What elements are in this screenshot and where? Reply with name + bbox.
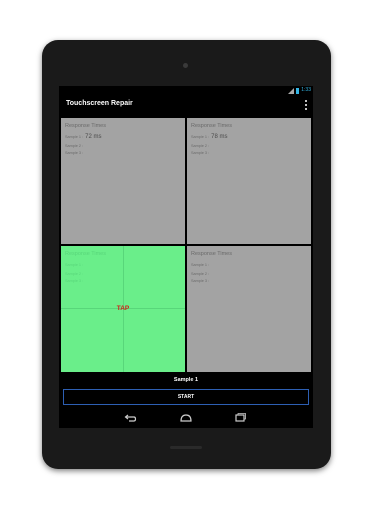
sample-value: 72 ms — [85, 134, 102, 140]
sample-row: Sample 1 : — [191, 263, 210, 267]
panel-title: Response Times — [191, 123, 232, 129]
sample-row: Sample 2 : — [191, 272, 210, 276]
navigation-bar — [59, 408, 313, 428]
signal-icon — [288, 87, 295, 94]
current-sample-label: Sample 1 — [173, 377, 199, 383]
sample-row: Sample 2 : — [65, 272, 84, 276]
app-title: Touchscreen Repair — [66, 100, 133, 107]
touch-panel-top-left[interactable]: Response Times Sample 1 :72 ms Sample 2 … — [61, 118, 185, 244]
touch-panel-top-right[interactable]: Response Times Sample 1 :78 ms Sample 2 … — [187, 118, 311, 244]
status-bar: 1:33 — [59, 86, 313, 95]
recents-icon[interactable] — [233, 412, 247, 424]
tap-label: TAP — [116, 305, 130, 312]
touch-panel-bottom-right[interactable]: Response Times Sample 1 : Sample 2 : Sam… — [187, 246, 311, 372]
status-time: 1:33 — [301, 87, 311, 93]
sample-row: Sample 2 : — [191, 144, 210, 148]
panel-title: Response Times — [191, 251, 232, 257]
overflow-menu-icon[interactable] — [304, 100, 308, 110]
device-speaker — [170, 446, 202, 449]
screen: 1:33 Touchscreen Repair Response Times S… — [59, 86, 313, 428]
panel-title: Response Times — [65, 251, 106, 257]
sample-row: Sample 3 : — [191, 279, 210, 283]
sample-row: Sample 1 : — [65, 263, 84, 267]
sample-value: 78 ms — [211, 134, 228, 140]
front-camera — [183, 63, 188, 68]
action-bar: Touchscreen Repair — [59, 95, 313, 115]
sample-row: Sample 3 : — [65, 151, 84, 155]
sample-row: Sample 2 : — [65, 144, 84, 148]
panel-title: Response Times — [65, 123, 106, 129]
sample-row: Sample 1 :78 ms — [191, 134, 228, 140]
battery-icon — [296, 87, 300, 94]
back-icon[interactable] — [123, 412, 137, 424]
start-button[interactable]: START — [63, 389, 309, 405]
sample-row: Sample 3 : — [191, 151, 210, 155]
touch-panel-bottom-left[interactable]: Response Times Sample 1 : Sample 2 : Sam… — [61, 246, 185, 372]
sample-row: Sample 1 :72 ms — [65, 134, 102, 140]
home-icon[interactable] — [179, 412, 193, 424]
sample-row: Sample 3 : — [65, 279, 84, 283]
